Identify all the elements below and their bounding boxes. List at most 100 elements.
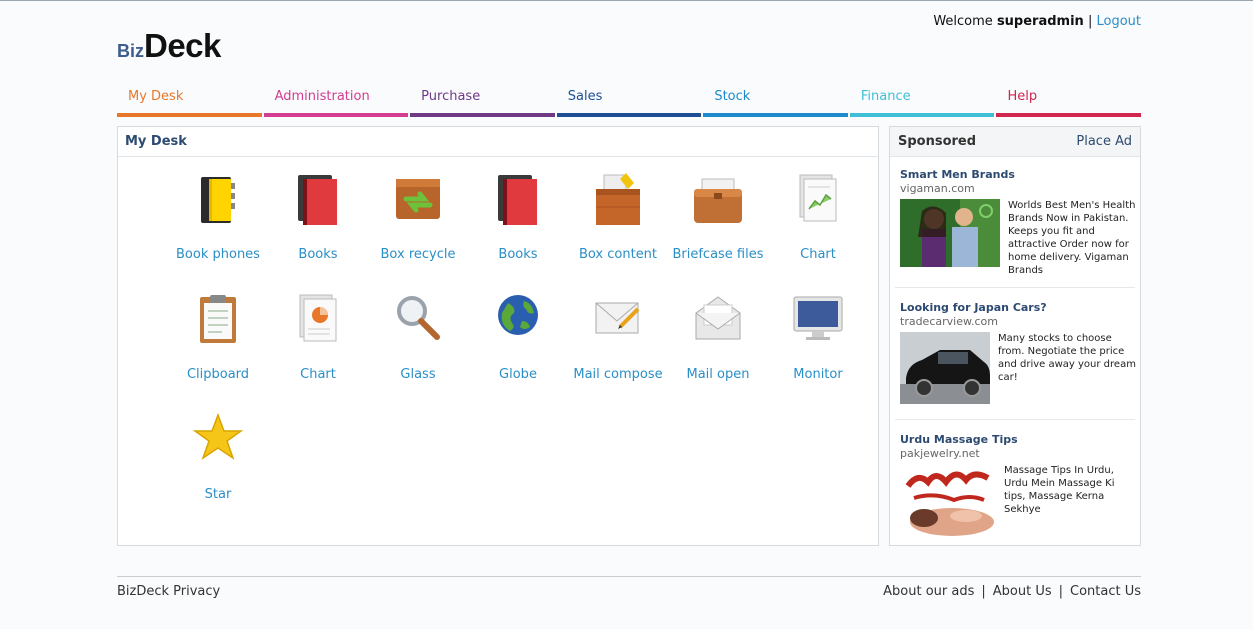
tab-underline — [263, 113, 409, 117]
logo[interactable]: BizDeck — [117, 27, 221, 65]
my-desk-panel: My Desk Book phones Books Box recycle Bo… — [117, 126, 879, 546]
desk-item-label: Box content — [578, 247, 658, 262]
ad-title[interactable]: Looking for Japan Cars? — [900, 301, 1136, 314]
tab-stock[interactable]: Stock — [703, 87, 848, 117]
desk-item-label: Monitor — [793, 367, 843, 382]
ad-title[interactable]: Smart Men Brands — [900, 168, 1136, 181]
privacy-link[interactable]: BizDeck Privacy — [117, 584, 220, 599]
desk-item-label: Star — [204, 487, 232, 502]
ad-item[interactable]: Urdu Massage Tips pakjewelry.net Massage… — [900, 433, 1136, 542]
desk-item-monitor[interactable]: Monitor — [768, 291, 868, 382]
username: superadmin — [996, 14, 1084, 29]
desk-item-glass[interactable]: Glass — [368, 291, 468, 382]
mail-open-icon — [690, 291, 746, 347]
about-ads-link[interactable]: About our ads — [883, 584, 974, 599]
desk-item-label: Chart — [300, 367, 336, 382]
globe-icon — [490, 291, 546, 347]
desk-item-label: Chart — [800, 247, 836, 262]
welcome-text: Welcome — [933, 14, 993, 29]
tab-administration[interactable]: Administration — [263, 87, 409, 117]
desk-item-briefcase-files[interactable]: Briefcase files — [668, 171, 768, 262]
desk-item-mail-compose[interactable]: Mail compose — [568, 291, 668, 382]
ad-divider — [895, 287, 1135, 288]
desk-item-star[interactable]: Star — [168, 411, 268, 502]
desk-item-label: Book phones — [176, 247, 260, 262]
ad-url: pakjewelry.net — [900, 447, 980, 460]
tab-label: My Desk — [128, 89, 184, 104]
book-phones-icon — [190, 171, 246, 227]
box-content-icon — [590, 171, 646, 227]
ad-url: tradecarview.com — [900, 315, 998, 328]
desk-item-books-2[interactable]: Books — [468, 171, 568, 262]
footer-links: About our ads | About Us | Contact Us — [883, 584, 1141, 599]
tab-label: Finance — [860, 89, 911, 104]
desk-item-label: Books — [298, 247, 338, 262]
logo-biz: Biz — [117, 41, 144, 61]
contact-us-link[interactable]: Contact Us — [1070, 584, 1141, 599]
desk-item-box-content[interactable]: Box content — [568, 171, 668, 262]
pie-chart-document-icon — [290, 291, 346, 347]
magnifying-glass-icon — [390, 291, 446, 347]
tab-finance[interactable]: Finance — [849, 87, 995, 117]
ad-text: Worlds Best Men's Health Brands Now in P… — [1008, 200, 1136, 276]
couple-photo[interactable] — [900, 199, 1000, 277]
footer-separator: | — [981, 584, 986, 599]
footer-divider — [117, 576, 1141, 577]
tab-label: Stock — [714, 89, 751, 104]
tab-help[interactable]: Help — [996, 87, 1142, 117]
ad-title[interactable]: Urdu Massage Tips — [900, 433, 1136, 446]
clipboard-icon — [190, 291, 246, 347]
ad-item[interactable]: Smart Men Brands vigaman.com Worlds Best… — [900, 168, 1136, 277]
user-bar: Welcome superadmin | Logout — [933, 14, 1141, 29]
tab-underline — [703, 113, 848, 117]
desk-item-mail-open[interactable]: Mail open — [668, 291, 768, 382]
desk-item-chart-2[interactable]: Chart — [268, 291, 368, 382]
desk-item-clipboard[interactable]: Clipboard — [168, 291, 268, 382]
desk-item-label: Clipboard — [186, 367, 250, 382]
mail-compose-icon — [590, 291, 646, 347]
ad-item[interactable]: Looking for Japan Cars? tradecarview.com… — [900, 301, 1136, 408]
sponsored-header: Sponsored Place Ad — [890, 127, 1140, 157]
desk-item-box-recycle[interactable]: Box recycle — [368, 171, 468, 262]
tab-underline — [556, 113, 702, 117]
books-icon — [290, 171, 346, 227]
chart-document-icon — [790, 171, 846, 227]
sponsored-title: Sponsored — [898, 134, 977, 149]
separator: | — [1087, 14, 1093, 29]
tab-label: Purchase — [421, 89, 481, 104]
tab-label: Administration — [274, 89, 370, 104]
desk-item-label: Box recycle — [380, 247, 456, 262]
tab-purchase[interactable]: Purchase — [410, 87, 555, 117]
star-icon — [190, 411, 246, 467]
desk-item-books[interactable]: Books — [268, 171, 368, 262]
main-nav: My Desk Administration Purchase Sales St… — [117, 87, 1142, 117]
ad-url: vigaman.com — [900, 182, 975, 195]
tab-underline — [849, 113, 995, 117]
desk-item-label: Briefcase files — [672, 247, 764, 262]
desk-item-label: Mail compose — [573, 367, 663, 382]
tab-sales[interactable]: Sales — [556, 87, 702, 117]
ad-text: Massage Tips In Urdu, Urdu Mein Massage … — [1004, 465, 1115, 515]
black-car-photo[interactable] — [900, 332, 990, 408]
desk-item-label: Globe — [499, 367, 537, 382]
panel-title: My Desk — [118, 127, 878, 157]
about-us-link[interactable]: About Us — [993, 584, 1052, 599]
books-icon — [490, 171, 546, 227]
logo-deck: Deck — [144, 27, 221, 64]
briefcase-icon — [690, 171, 746, 227]
sponsored-panel: Sponsored Place Ad Smart Men Brands viga… — [889, 126, 1141, 546]
ad-divider — [895, 419, 1135, 420]
massage-urdu-banner[interactable] — [900, 464, 996, 542]
monitor-icon — [790, 291, 846, 347]
tab-label: Help — [1007, 89, 1038, 104]
desk-item-label: Mail open — [686, 367, 750, 382]
desk-item-label: Glass — [400, 367, 436, 382]
tab-my-desk[interactable]: My Desk — [117, 87, 262, 117]
desk-item-label: Books — [498, 247, 538, 262]
desk-item-book-phones[interactable]: Book phones — [168, 171, 268, 262]
desk-item-chart[interactable]: Chart — [768, 171, 868, 262]
place-ad-link[interactable]: Place Ad — [1076, 134, 1132, 149]
desk-item-globe[interactable]: Globe — [468, 291, 568, 382]
logout-link[interactable]: Logout — [1096, 14, 1141, 29]
tab-underline — [117, 113, 262, 117]
